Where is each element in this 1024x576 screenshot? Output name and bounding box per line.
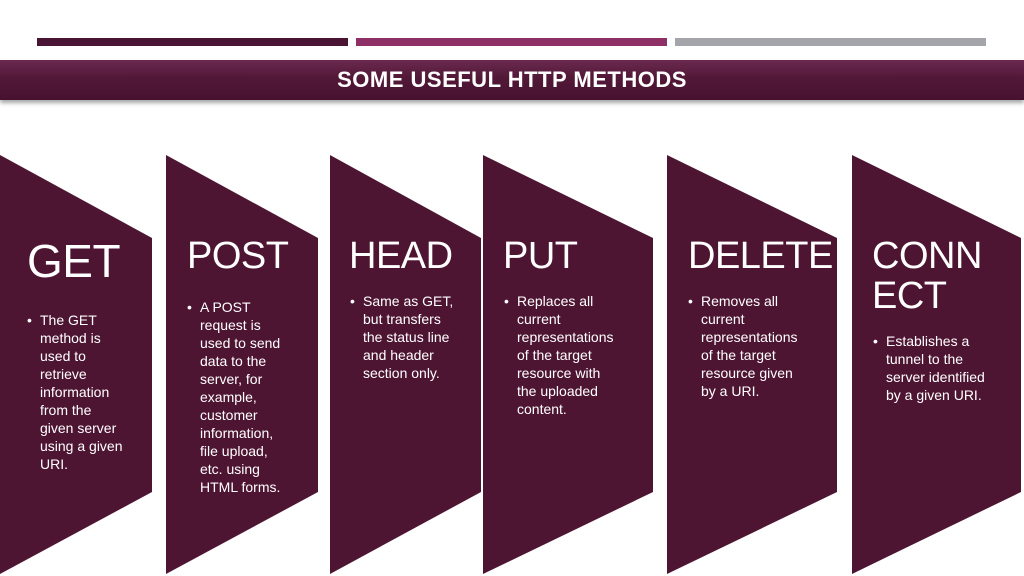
description-text: Establishes a tunnel to the server ident… — [886, 333, 985, 403]
bullet-icon: • — [873, 333, 878, 349]
method-description-delete: • Removes all current representations of … — [688, 292, 798, 400]
method-name-put: PUT — [503, 235, 578, 277]
method-name-head: HEAD — [349, 235, 453, 277]
bullet-icon: • — [27, 312, 32, 328]
method-panels — [0, 155, 1021, 574]
description-text: Same as GET, but transfers the status li… — [363, 293, 454, 381]
bullet-icon: • — [350, 293, 355, 309]
method-description-head: • Same as GET, but transfers the status l… — [350, 292, 454, 382]
description-text: The GET method is used to retrieve infor… — [40, 312, 123, 472]
method-name-connect: CONN ECT — [872, 235, 982, 317]
method-name-post: POST — [187, 235, 289, 277]
description-text: Removes all current representations of t… — [701, 293, 798, 399]
method-description-post: • A POST request is used to send data to … — [187, 298, 281, 496]
bullet-icon: • — [688, 293, 693, 309]
method-description-get: • The GET method is used to retrieve info… — [27, 311, 123, 473]
description-text: Replaces all current representations of … — [517, 293, 614, 417]
bullet-icon: • — [187, 299, 192, 315]
method-name-get: GET — [27, 235, 121, 287]
bullet-icon: • — [504, 293, 509, 309]
method-description-put: • Replaces all current representations of… — [504, 292, 614, 418]
method-description-connect: • Establishes a tunnel to the server iden… — [873, 332, 985, 404]
method-name-delete: DELETE — [688, 235, 833, 277]
description-text: A POST request is used to send data to t… — [200, 299, 281, 495]
